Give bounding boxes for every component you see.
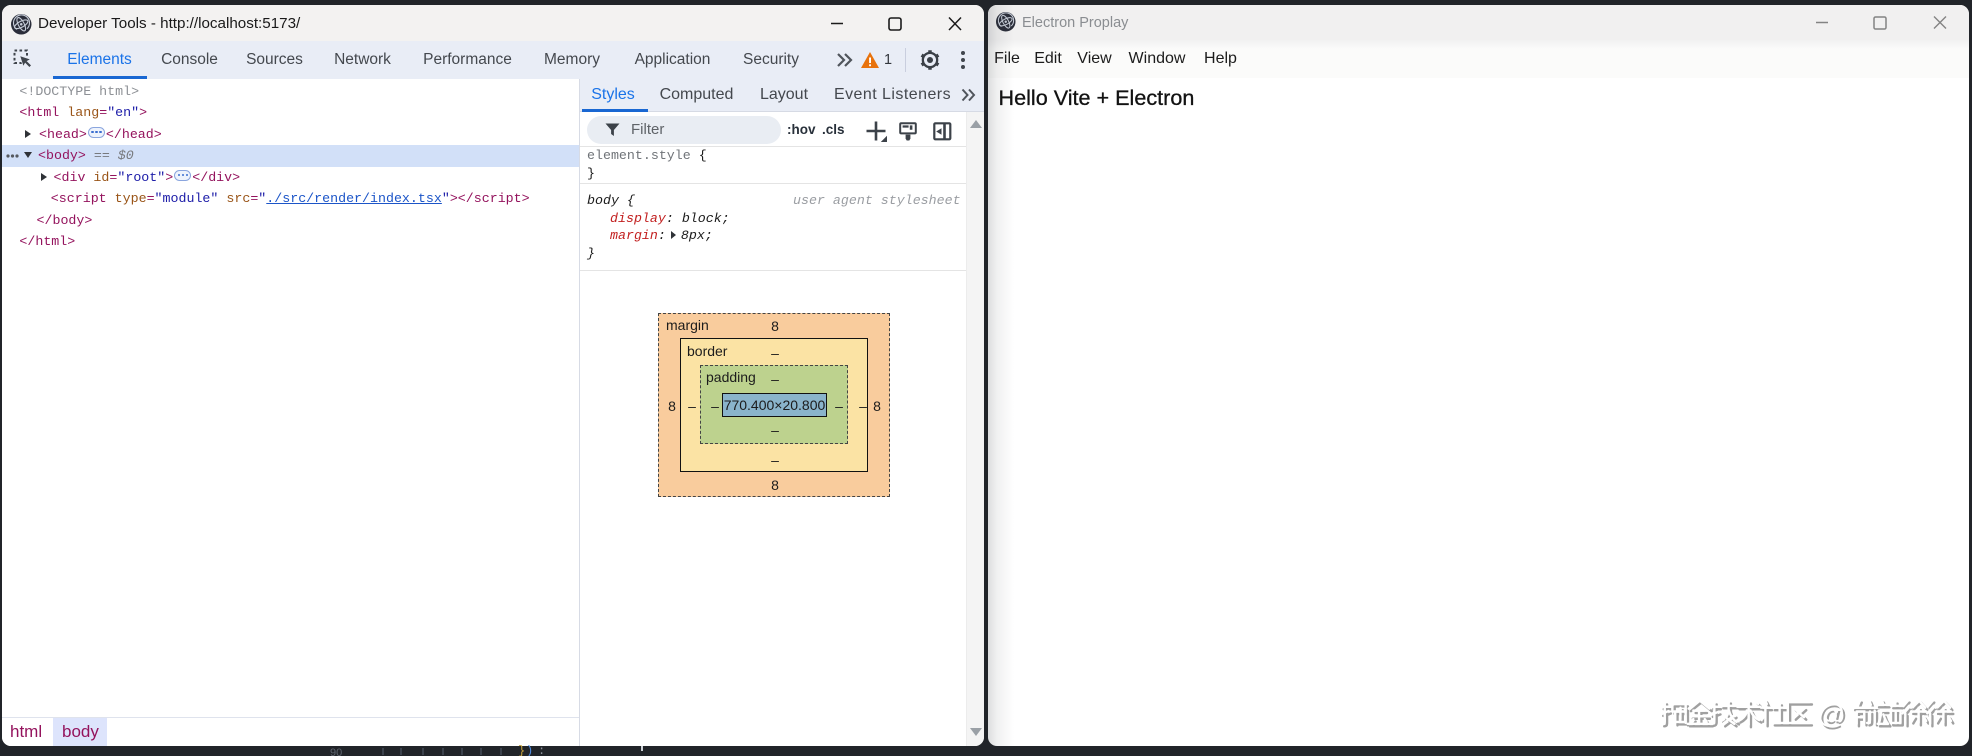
svg-text:@: @ [1817,698,1845,729]
